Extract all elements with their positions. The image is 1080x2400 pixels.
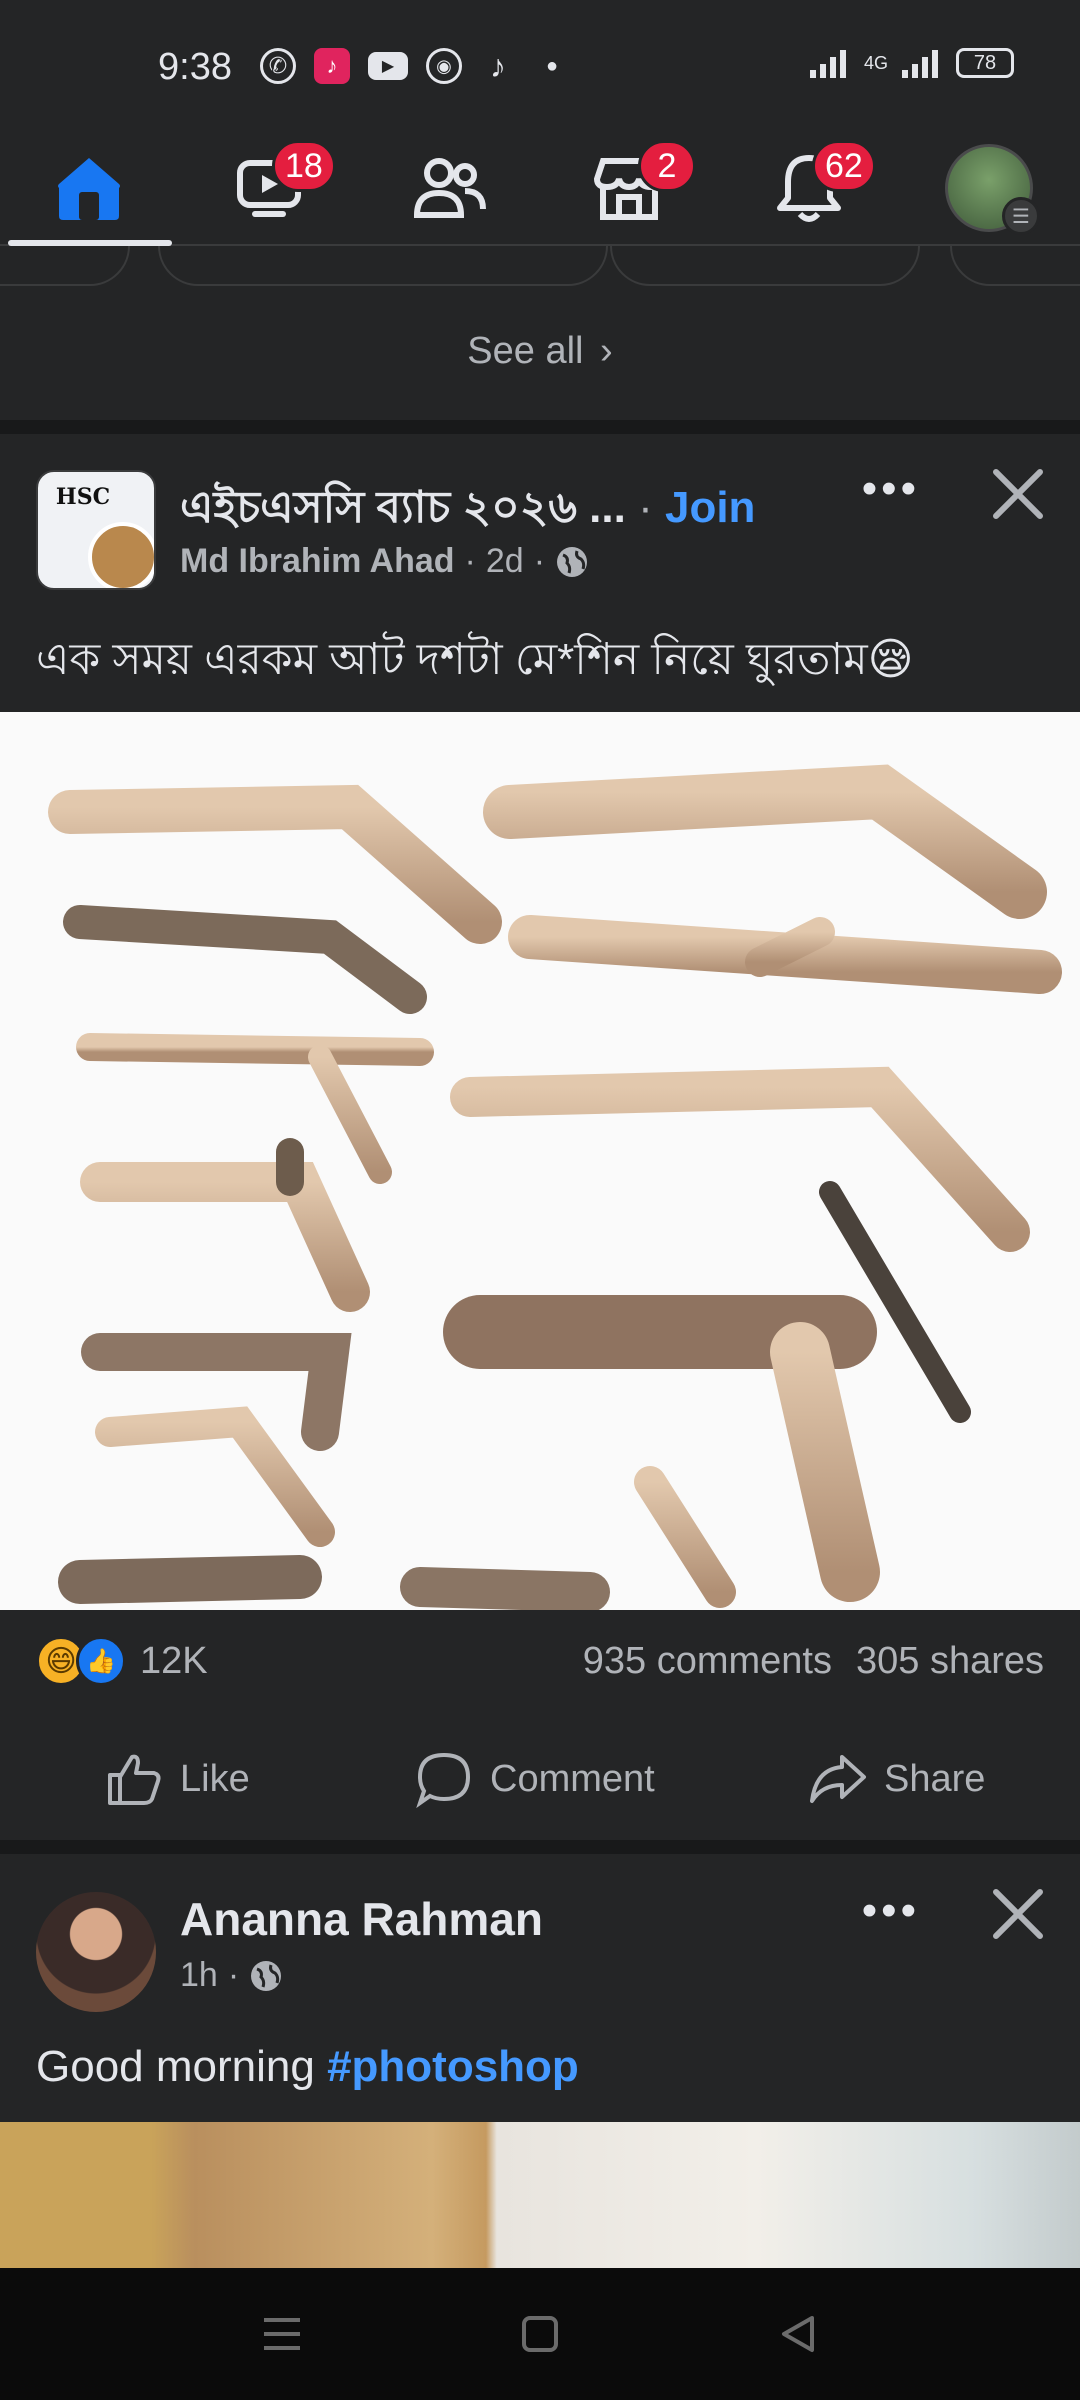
tiktok-icon: ♪ [490, 47, 506, 84]
more-notifications-icon: ● [545, 54, 559, 77]
nav-marketplace[interactable]: 2 [574, 140, 696, 236]
close-icon[interactable] [990, 466, 1046, 522]
comment-label: Comment [490, 1757, 655, 1800]
top-nav: 18 2 62 ☰ [0, 130, 1080, 246]
post2-time[interactable]: 1h [180, 1956, 218, 1995]
post-image[interactable] [0, 712, 1080, 1610]
story-chip[interactable] [950, 246, 1080, 286]
story-chip[interactable] [610, 246, 920, 286]
comment-button[interactable]: Comment [414, 1734, 655, 1824]
friends-icon [413, 158, 486, 218]
share-button[interactable]: Share [808, 1734, 985, 1824]
signal-icon [809, 50, 846, 78]
comment-icon [416, 1752, 471, 1809]
author-avatar[interactable] [36, 1892, 156, 2012]
story-chip[interactable] [0, 246, 130, 286]
notification-icons: ✆ ♪ ▶ ◉ ♪ ● [260, 48, 570, 84]
like-label: Like [180, 1757, 250, 1800]
stories-strip [0, 246, 1080, 296]
post2-text: Good morning #photoshop [36, 2042, 579, 2092]
notifications-badge: 62 [812, 140, 876, 192]
sticks-illustration [48, 764, 1062, 1610]
game-icon: ◉ [426, 48, 462, 84]
join-button[interactable]: Join [665, 483, 755, 532]
engagement-stats: 935 comments 305 shares [583, 1640, 1044, 1683]
status-bar: 9:38 ✆ ♪ ▶ ◉ ♪ ● 4G 78 [0, 0, 1080, 130]
home-icon [58, 158, 120, 220]
status-right: 4G 78 [809, 48, 1014, 78]
author-avatar [88, 522, 154, 588]
separator: · [464, 542, 476, 580]
post2-text-body: Good morning [36, 2042, 328, 2091]
reaction-count: 12K [140, 1639, 208, 1682]
nav-video[interactable]: 18 [214, 140, 336, 236]
nav-home[interactable] [34, 140, 144, 236]
comment-count[interactable]: 935 comments [583, 1640, 832, 1683]
share-label: Share [884, 1757, 986, 1800]
music-icon: ♪ [314, 48, 350, 84]
post-group-title[interactable]: এইচএসসি ব্যাচ ২০২৬ ... · Join [180, 474, 755, 547]
home-system-button[interactable] [510, 2304, 570, 2364]
group-avatar[interactable]: HSC [36, 470, 156, 590]
like-reaction-icon: 👍 [76, 1636, 126, 1686]
post-time[interactable]: 2d [486, 542, 524, 581]
menu-lines-icon [264, 2318, 300, 2350]
battery-icon: 78 [956, 48, 1014, 78]
separator: · [227, 1956, 240, 1994]
nav-friends[interactable] [394, 140, 504, 236]
see-all-link[interactable]: See all › [0, 330, 1080, 373]
post2-meta: 1h · [180, 1956, 283, 1995]
system-nav-bar [0, 2268, 1080, 2400]
close-icon[interactable] [990, 1886, 1046, 1942]
post-text: এক সময় এরকম আট দশটা মে*শিন নিয়ে ঘুরতাম… [36, 635, 914, 684]
thumb-up-icon [108, 1754, 161, 1805]
menu-icon: ☰ [1002, 197, 1040, 235]
more-options-icon[interactable]: ••• [862, 1886, 920, 1936]
square-icon [522, 2316, 558, 2352]
more-options-icon[interactable]: ••• [862, 464, 920, 514]
hashtag-link[interactable]: #photoshop [327, 2042, 579, 2091]
post-author[interactable]: Md Ibrahim Ahad [180, 542, 455, 581]
profile-avatar: ☰ [945, 144, 1040, 235]
feed-divider [0, 1840, 1080, 1854]
battery-level: 78 [973, 51, 997, 74]
post2-image[interactable] [0, 2122, 1080, 2268]
post-actions: Like Comment Share [0, 1734, 1080, 1824]
marketplace-badge: 2 [638, 140, 696, 192]
whatsapp-icon: ✆ [260, 48, 296, 84]
nav-profile[interactable]: ☰ [934, 140, 1044, 236]
youtube-icon: ▶ [368, 52, 408, 80]
reaction-summary[interactable]: 😄 👍 12K [36, 1636, 208, 1686]
signal2-icon [902, 50, 938, 78]
globe-icon [557, 546, 588, 577]
share-count[interactable]: 305 shares [856, 1640, 1044, 1683]
recent-apps-button[interactable] [252, 2304, 312, 2364]
post2-author[interactable]: Ananna Rahman [180, 1892, 543, 1946]
back-triangle-icon [782, 2316, 814, 2352]
feed-divider [0, 420, 1080, 434]
nav-notifications[interactable]: 62 [754, 140, 876, 236]
chevron-right-icon: › [600, 330, 613, 372]
see-all-label: See all [467, 330, 584, 372]
separator: · [533, 542, 546, 580]
globe-icon [251, 1960, 282, 1991]
video-badge: 18 [272, 140, 336, 192]
group-name[interactable]: এইচএসসি ব্যাচ ২০২৬ ... [180, 483, 626, 532]
post-meta: Md Ibrahim Ahad · 2d · [180, 542, 589, 581]
separator: · [638, 483, 665, 532]
group-avatar-text: HSC [55, 484, 111, 510]
like-button[interactable]: Like [104, 1734, 250, 1824]
status-time: 9:38 [158, 46, 232, 88]
share-icon [810, 1755, 866, 1803]
back-button[interactable] [768, 2304, 828, 2364]
story-chip[interactable] [158, 246, 608, 286]
network-type: 4G [863, 52, 888, 73]
